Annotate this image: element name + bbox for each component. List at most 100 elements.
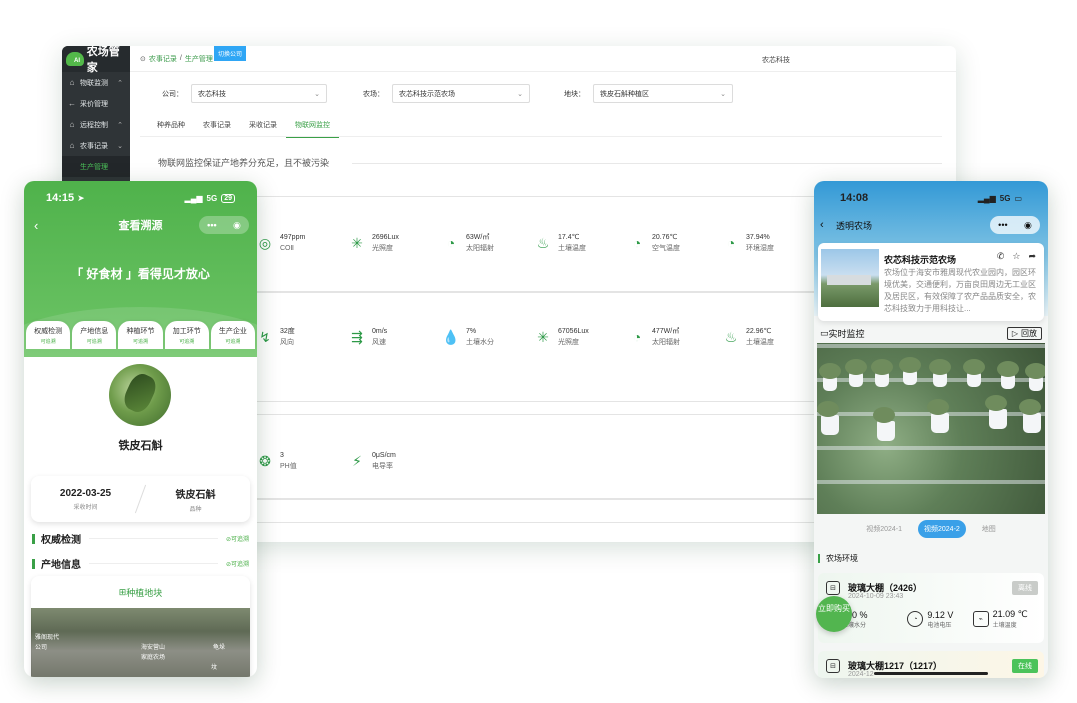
chevron-down-icon: ⌄ (517, 91, 523, 98)
sensor-value: 0m/s (372, 328, 388, 335)
gauge-icon: ◔ (726, 235, 736, 251)
step-processing[interactable]: 加工环节 可追溯 (164, 321, 209, 349)
map-label: 海安营山 (141, 645, 166, 651)
map-label: 家庭农场 (141, 655, 166, 661)
camera-icon: ▭ (820, 327, 829, 338)
close-target-icon[interactable]: ◉ (233, 220, 241, 231)
step-enterprise[interactable]: 生产企业 可追溯 (210, 321, 256, 349)
mini-program-capsule[interactable]: ••• ◉ (199, 216, 249, 234)
nav-bar: ‹ 查看溯源 ••• ◉ (24, 215, 257, 235)
company-name: 农芯科技 (762, 57, 790, 64)
location-pin-icon: ⊙ (140, 55, 146, 63)
sidebar-item-remote[interactable]: ⌂ 远程控制 ⌃ (62, 114, 130, 135)
soil-temp-label: 土壤温度 (992, 623, 1017, 629)
nav-bar: ‹ 透明农场 ••• ◉ (814, 215, 1048, 235)
step-status: 可追溯 (133, 338, 149, 345)
section-title: 产地信息 (41, 560, 81, 571)
more-icon[interactable]: ••• (207, 220, 216, 230)
home-icon: ⌂ (69, 78, 75, 87)
step-name: 加工环节 (172, 327, 201, 335)
device-icon: ⊟ (826, 659, 840, 673)
farm-env-title: 农场环境 (818, 553, 858, 564)
map-tab[interactable]: 地图 (976, 520, 1002, 538)
sensor-metric: ◔ 63W/㎡ 太阳辐射 (442, 232, 494, 254)
greenhouse-time: 2024-12- (848, 671, 877, 678)
network-type: 5G (206, 193, 218, 203)
signal-icon: ▂▄▆ (977, 193, 996, 203)
share-icon[interactable]: ➦ (1028, 251, 1036, 262)
back-icon[interactable]: ‹ (820, 219, 824, 231)
mini-program-capsule[interactable]: ••• ◉ (990, 216, 1040, 234)
map-label: 公司 (35, 645, 48, 651)
sensor-metric: ♨ 22.96℃ 土壤温度 (722, 326, 774, 348)
sensor-value: 20.76℃ (652, 234, 678, 241)
trace-phone: 14:15 ➤ ▂▄▆ 5G 29 ‹ 查看溯源 ••• ◉ 「 好食材 」看得… (24, 181, 257, 677)
sidebar-item-farming-record[interactable]: ⌂ 农事记录 ⌄ (62, 135, 130, 156)
trace-link[interactable]: ⊘可追溯 (226, 559, 249, 568)
video-tab-active[interactable]: 视频2024-2 (918, 520, 966, 538)
sidebar-item-production[interactable]: 生产管理 (62, 156, 130, 177)
step-name: 生产企业 (218, 327, 247, 335)
phone-icon[interactable]: ✆ (997, 251, 1005, 262)
step-planting[interactable]: 种植环节 可追溯 (118, 321, 163, 349)
sensor-value: 63W/㎡ (466, 234, 490, 241)
plot-select[interactable]: 铁皮石斛种植区 ⌄ (593, 84, 733, 103)
live-video[interactable] (817, 343, 1045, 514)
satellite-map[interactable]: 雅阁现代 公司 海安营山 家庭农场 龟垛 坟 (31, 608, 250, 677)
switch-company-button[interactable]: 切换公司 (214, 46, 247, 61)
sensor-value: 17.4℃ (558, 234, 580, 241)
chevron-up-icon: ⌃ (117, 79, 123, 87)
replay-button[interactable]: ▷ 回放 (1006, 326, 1042, 340)
company-label: 公司： (162, 90, 183, 98)
tab-iot-monitor[interactable]: 物联网监控 (286, 116, 339, 138)
sensor-metric: ❂ 3 PH值 (256, 450, 297, 472)
harvest-date-label: 采收时间 (73, 504, 98, 511)
slogan: 「 好食材 」看得见才放心 (71, 267, 210, 281)
step-inspection[interactable]: 权威检测 可追溯 (26, 321, 71, 349)
admin-tabs: 种养品种 农事记录 采收记录 物联网监控 (148, 116, 339, 138)
back-icon[interactable]: ‹ (34, 218, 38, 233)
step-status: 可追溯 (179, 338, 195, 345)
sensor-label: 风向 (280, 339, 294, 346)
trace-link[interactable]: ⊘可追溯 (226, 534, 249, 543)
sidebar-item-price[interactable]: ← 采价管理 (62, 93, 130, 114)
home-indicator (874, 672, 988, 675)
tab-harvest-records[interactable]: 采收记录 (240, 116, 286, 138)
section-inspection[interactable]: 权威检测 ⊘可追溯 (32, 531, 249, 546)
sensor-metric: ◔ 37.94% 环境湿度 (722, 232, 774, 254)
soil-temp-icon: ⌁ (972, 611, 989, 627)
breadcrumb-item[interactable]: 生产管理 (185, 54, 213, 64)
breadcrumb-item[interactable]: 农事记录 (149, 54, 177, 64)
sensor-label: 空气温度 (652, 245, 680, 252)
sensor-metric: ↯ 32度 风向 (256, 326, 295, 348)
sidebar-item-label: 远程控制 (80, 121, 108, 129)
company-select[interactable]: 农芯科技 ⌄ (191, 84, 327, 103)
company-select-value: 农芯科技 (198, 90, 226, 98)
buy-now-button[interactable]: 立即购买 (816, 596, 852, 632)
more-icon[interactable]: ••• (998, 220, 1007, 230)
map-label: 坟 (211, 665, 218, 671)
device-icon: ⊟ (826, 581, 840, 595)
sensor-label: 电导率 (372, 463, 393, 470)
replay-label: 回放 (1021, 328, 1037, 338)
step-origin[interactable]: 产地信息 可追溯 (72, 321, 117, 349)
farm-select[interactable]: 农芯科技示范农场 ⌄ (392, 84, 530, 103)
farm-info-card[interactable]: 农芯科技示范农场 ✆ ☆ ➦ 农场位于海安市雅周现代农业园内，园区环境优美，交通… (818, 243, 1044, 321)
video-tab[interactable]: 视频2024-1 (860, 520, 908, 538)
sidebar-item-monitor[interactable]: ⌂ 物联监测 ⌃ (62, 72, 130, 93)
greenhouse-card[interactable]: ⊟ 玻璃大棚（2426） 2024-10-09 23:43 离线 100 % 土壤… (818, 573, 1044, 643)
close-target-icon[interactable]: ◉ (1024, 220, 1032, 231)
tab-farming-records[interactable]: 农事记录 (194, 116, 240, 138)
battery-icon: ▭ (1014, 193, 1022, 203)
ph-icon: ❂ (259, 452, 271, 469)
product-name: 铁皮石斛 (118, 440, 163, 452)
map-label: 龟垛 (213, 645, 226, 651)
sensor-metric: ⚡ 0μS/cm 电导率 (348, 450, 396, 472)
plot-title: ⊞ 种植地块 (31, 576, 250, 608)
star-icon[interactable]: ☆ (1012, 251, 1020, 262)
section-origin[interactable]: 产地信息 ⊘可追溯 (32, 556, 249, 571)
tab-varieties[interactable]: 种养品种 (148, 116, 194, 138)
status-bar: 14:15 ➤ ▂▄▆ 5G 29 (24, 181, 257, 215)
transparent-farm-phone: 14:08 ▂▄▆ 5G ▭ ‹ 透明农场 ••• ◉ 农芯科技示范农场 ✆ ☆… (814, 181, 1048, 678)
chevron-down-icon: ⌄ (720, 91, 726, 98)
